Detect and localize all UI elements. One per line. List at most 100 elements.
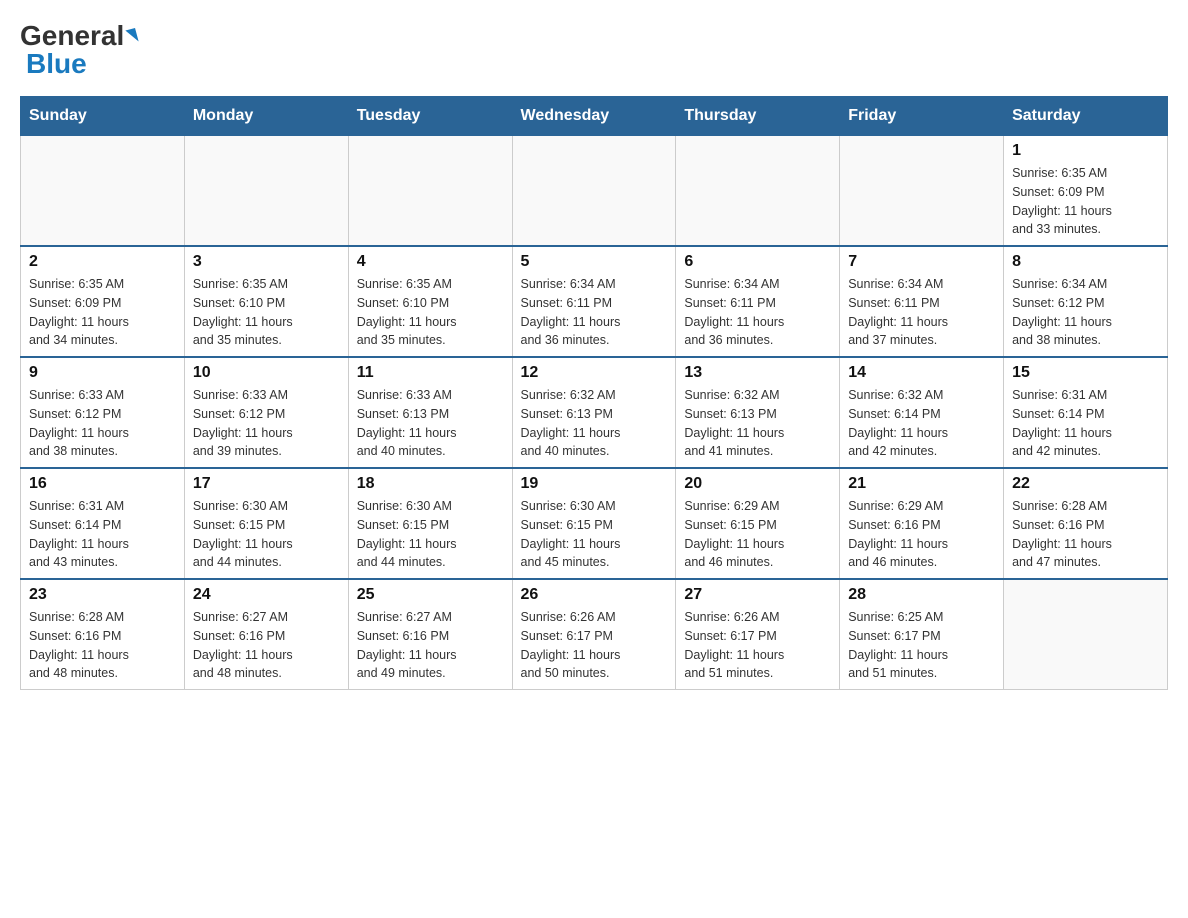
day-info: Sunrise: 6:35 AMSunset: 6:10 PMDaylight:… <box>193 275 340 350</box>
day-info: Sunrise: 6:32 AMSunset: 6:13 PMDaylight:… <box>684 386 831 461</box>
calendar-cell: 22 Sunrise: 6:28 AMSunset: 6:16 PMDayligh… <box>1004 468 1168 579</box>
calendar-week-row: 2Sunrise: 6:35 AMSunset: 6:09 PMDaylight… <box>21 246 1168 357</box>
calendar-cell <box>840 136 1004 247</box>
day-number: 8 <box>1012 253 1159 271</box>
day-number: 28 <box>848 586 995 604</box>
logo-blue-text: Blue <box>26 48 87 80</box>
calendar-week-row: 16 Sunrise: 6:31 AMSunset: 6:14 PMDayligh… <box>21 468 1168 579</box>
day-info: Sunrise: 6:33 AMSunset: 6:12 PMDaylight:… <box>29 386 176 461</box>
day-number: 3 <box>193 253 340 271</box>
calendar-cell: 5 Sunrise: 6:34 AMSunset: 6:11 PMDaylight… <box>512 246 676 357</box>
calendar-cell: 18 Sunrise: 6:30 AMSunset: 6:15 PMDayligh… <box>348 468 512 579</box>
day-number: 2 <box>29 253 176 271</box>
calendar-cell: 4Sunrise: 6:35 AMSunset: 6:10 PMDaylight… <box>348 246 512 357</box>
weekday-header-tuesday: Tuesday <box>348 97 512 136</box>
weekday-header-wednesday: Wednesday <box>512 97 676 136</box>
day-number: 6 <box>684 253 831 271</box>
day-info: Sunrise: 6:25 AMSunset: 6:17 PMDaylight:… <box>848 608 995 683</box>
day-number: 7 <box>848 253 995 271</box>
day-info: Sunrise: 6:27 AMSunset: 6:16 PMDaylight:… <box>193 608 340 683</box>
day-info: Sunrise: 6:29 AMSunset: 6:16 PMDaylight:… <box>848 497 995 572</box>
day-number: 18 <box>357 475 504 493</box>
day-info: Sunrise: 6:30 AMSunset: 6:15 PMDaylight:… <box>521 497 668 572</box>
day-info: Sunrise: 6:34 AMSunset: 6:11 PMDaylight:… <box>848 275 995 350</box>
weekday-header-sunday: Sunday <box>21 97 185 136</box>
calendar-cell <box>348 136 512 247</box>
calendar-cell: 24 Sunrise: 6:27 AMSunset: 6:16 PMDayligh… <box>184 579 348 690</box>
day-number: 5 <box>521 253 668 271</box>
calendar-cell: 6 Sunrise: 6:34 AMSunset: 6:11 PMDaylight… <box>676 246 840 357</box>
weekday-header-monday: Monday <box>184 97 348 136</box>
calendar-cell: 13 Sunrise: 6:32 AMSunset: 6:13 PMDayligh… <box>676 357 840 468</box>
day-number: 19 <box>521 475 668 493</box>
day-number: 26 <box>521 586 668 604</box>
calendar-cell: 26 Sunrise: 6:26 AMSunset: 6:17 PMDayligh… <box>512 579 676 690</box>
calendar-cell: 20Sunrise: 6:29 AMSunset: 6:15 PMDayligh… <box>676 468 840 579</box>
day-info: Sunrise: 6:34 AMSunset: 6:12 PMDaylight:… <box>1012 275 1159 350</box>
logo: General Blue <box>20 20 137 80</box>
calendar-week-row: 9 Sunrise: 6:33 AMSunset: 6:12 PMDaylight… <box>21 357 1168 468</box>
calendar-cell: 2Sunrise: 6:35 AMSunset: 6:09 PMDaylight… <box>21 246 185 357</box>
calendar-cell: 15 Sunrise: 6:31 AMSunset: 6:14 PMDayligh… <box>1004 357 1168 468</box>
day-info: Sunrise: 6:34 AMSunset: 6:11 PMDaylight:… <box>521 275 668 350</box>
page-header: General Blue <box>20 20 1168 80</box>
calendar-cell: 3 Sunrise: 6:35 AMSunset: 6:10 PMDaylight… <box>184 246 348 357</box>
day-info: Sunrise: 6:28 AMSunset: 6:16 PMDaylight:… <box>29 608 176 683</box>
day-number: 1 <box>1012 142 1159 160</box>
day-info: Sunrise: 6:32 AMSunset: 6:14 PMDaylight:… <box>848 386 995 461</box>
day-number: 21 <box>848 475 995 493</box>
day-info: Sunrise: 6:30 AMSunset: 6:15 PMDaylight:… <box>357 497 504 572</box>
calendar-cell: 25 Sunrise: 6:27 AMSunset: 6:16 PMDayligh… <box>348 579 512 690</box>
calendar-cell <box>1004 579 1168 690</box>
calendar-cell: 8 Sunrise: 6:34 AMSunset: 6:12 PMDaylight… <box>1004 246 1168 357</box>
calendar-table: SundayMondayTuesdayWednesdayThursdayFrid… <box>20 96 1168 690</box>
day-number: 20 <box>684 475 831 493</box>
day-number: 24 <box>193 586 340 604</box>
calendar-week-row: 23Sunrise: 6:28 AMSunset: 6:16 PMDayligh… <box>21 579 1168 690</box>
day-info: Sunrise: 6:26 AMSunset: 6:17 PMDaylight:… <box>684 608 831 683</box>
day-info: Sunrise: 6:31 AMSunset: 6:14 PMDaylight:… <box>1012 386 1159 461</box>
day-info: Sunrise: 6:34 AMSunset: 6:11 PMDaylight:… <box>684 275 831 350</box>
day-info: Sunrise: 6:33 AMSunset: 6:13 PMDaylight:… <box>357 386 504 461</box>
weekday-header-row: SundayMondayTuesdayWednesdayThursdayFrid… <box>21 97 1168 136</box>
calendar-cell: 28 Sunrise: 6:25 AMSunset: 6:17 PMDayligh… <box>840 579 1004 690</box>
day-number: 22 <box>1012 475 1159 493</box>
calendar-cell: 7 Sunrise: 6:34 AMSunset: 6:11 PMDaylight… <box>840 246 1004 357</box>
day-info: Sunrise: 6:27 AMSunset: 6:16 PMDaylight:… <box>357 608 504 683</box>
day-number: 13 <box>684 364 831 382</box>
day-number: 12 <box>521 364 668 382</box>
day-info: Sunrise: 6:28 AMSunset: 6:16 PMDaylight:… <box>1012 497 1159 572</box>
calendar-cell: 27Sunrise: 6:26 AMSunset: 6:17 PMDayligh… <box>676 579 840 690</box>
calendar-week-row: 1Sunrise: 6:35 AMSunset: 6:09 PMDaylight… <box>21 136 1168 247</box>
calendar-cell: 1Sunrise: 6:35 AMSunset: 6:09 PMDaylight… <box>1004 136 1168 247</box>
day-number: 15 <box>1012 364 1159 382</box>
calendar-cell <box>676 136 840 247</box>
day-info: Sunrise: 6:30 AMSunset: 6:15 PMDaylight:… <box>193 497 340 572</box>
day-number: 25 <box>357 586 504 604</box>
calendar-cell <box>512 136 676 247</box>
day-number: 16 <box>29 475 176 493</box>
calendar-cell <box>184 136 348 247</box>
calendar-cell: 23Sunrise: 6:28 AMSunset: 6:16 PMDayligh… <box>21 579 185 690</box>
day-info: Sunrise: 6:32 AMSunset: 6:13 PMDaylight:… <box>521 386 668 461</box>
calendar-cell: 21 Sunrise: 6:29 AMSunset: 6:16 PMDayligh… <box>840 468 1004 579</box>
calendar-cell: 14 Sunrise: 6:32 AMSunset: 6:14 PMDayligh… <box>840 357 1004 468</box>
calendar-cell: 11 Sunrise: 6:33 AMSunset: 6:13 PMDayligh… <box>348 357 512 468</box>
day-number: 17 <box>193 475 340 493</box>
day-number: 10 <box>193 364 340 382</box>
day-number: 9 <box>29 364 176 382</box>
weekday-header-saturday: Saturday <box>1004 97 1168 136</box>
day-info: Sunrise: 6:35 AMSunset: 6:10 PMDaylight:… <box>357 275 504 350</box>
day-number: 11 <box>357 364 504 382</box>
day-number: 14 <box>848 364 995 382</box>
day-info: Sunrise: 6:31 AMSunset: 6:14 PMDaylight:… <box>29 497 176 572</box>
calendar-cell: 16 Sunrise: 6:31 AMSunset: 6:14 PMDayligh… <box>21 468 185 579</box>
day-info: Sunrise: 6:26 AMSunset: 6:17 PMDaylight:… <box>521 608 668 683</box>
calendar-cell: 12 Sunrise: 6:32 AMSunset: 6:13 PMDayligh… <box>512 357 676 468</box>
weekday-header-friday: Friday <box>840 97 1004 136</box>
calendar-cell: 17 Sunrise: 6:30 AMSunset: 6:15 PMDayligh… <box>184 468 348 579</box>
calendar-cell <box>21 136 185 247</box>
logo-arrow-icon <box>126 28 139 44</box>
calendar-cell: 9 Sunrise: 6:33 AMSunset: 6:12 PMDaylight… <box>21 357 185 468</box>
weekday-header-thursday: Thursday <box>676 97 840 136</box>
